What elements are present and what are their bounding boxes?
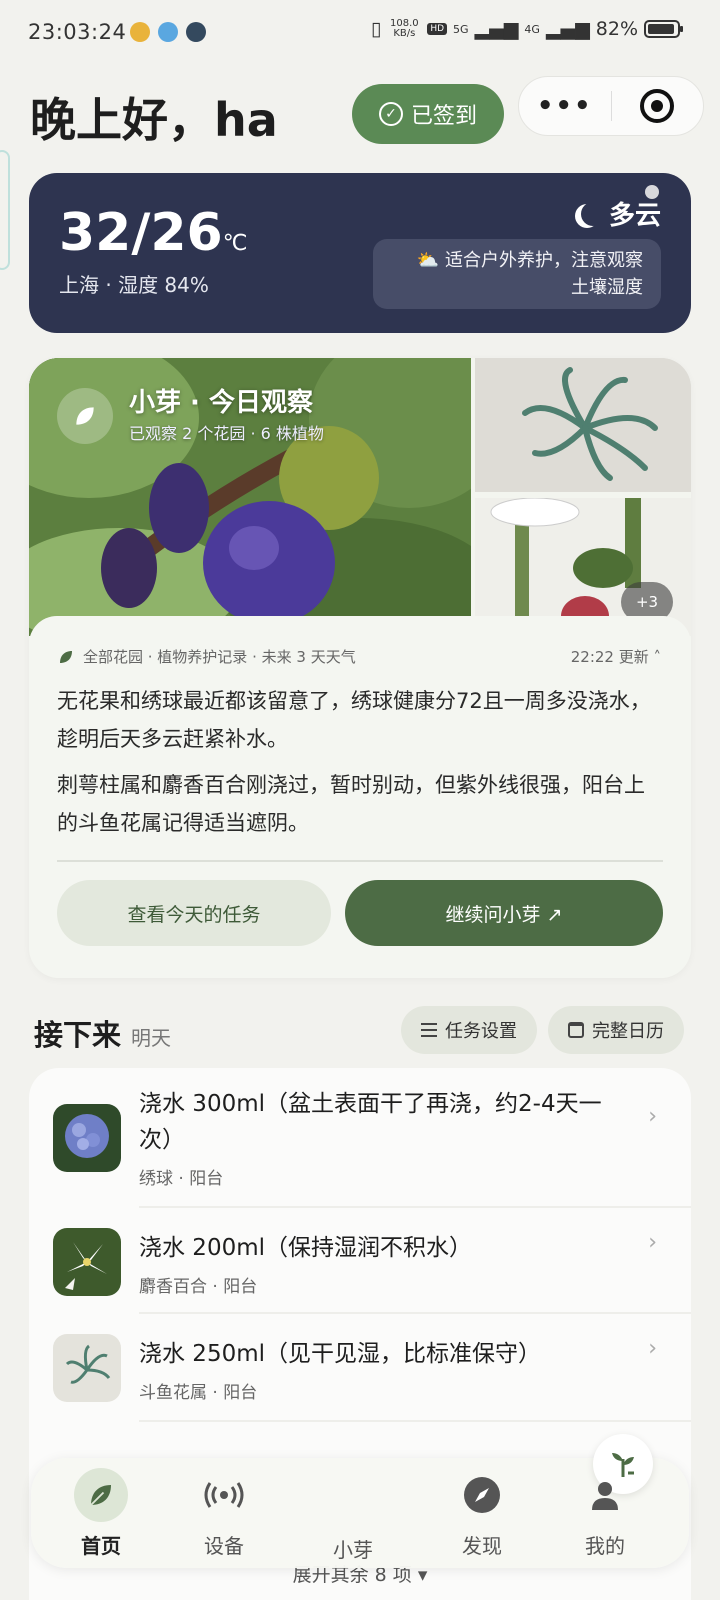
lily-thumbnail: [53, 1228, 121, 1296]
app-notification-icon: [130, 22, 150, 42]
weather-temperature: 32/26℃: [59, 203, 248, 263]
close-miniapp-button[interactable]: [612, 89, 704, 123]
hydrangea-thumbnail: [53, 1104, 121, 1172]
floating-edge-tab[interactable]: [0, 150, 10, 270]
weather-tip: ⛅ 适合户外养护，注意观察 土壤湿度: [373, 239, 661, 309]
compass-icon: [455, 1468, 509, 1522]
task-plant-location: 麝香百合 · 阳台: [139, 1277, 258, 1297]
divider: [57, 860, 663, 862]
bottom-navigation: 首页 设备 小芽 发现 我的: [31, 1434, 689, 1568]
nav-discover-label: 发现: [462, 1534, 502, 1558]
nav-devices-label: 设备: [204, 1534, 244, 1558]
task-title: 浇水 250ml（见干见湿，比标准保守）: [139, 1341, 542, 1367]
user-icon: [578, 1468, 632, 1522]
app-notification-icon: [158, 22, 178, 42]
observation-updated-toggle[interactable]: 22:22 更新 ˄: [571, 646, 661, 667]
nav-devices[interactable]: 设备: [164, 1458, 284, 1568]
succulent-photo[interactable]: [475, 358, 691, 492]
observation-card: +3 小芽 · 今日观察 已观察 2 个花园 · 6 株植物 全部花园 · 植物…: [29, 358, 691, 978]
chevron-right-icon: ›: [648, 1230, 657, 1255]
nav-sprout[interactable]: 小芽: [293, 1434, 653, 1568]
task-title: 浇水 200ml（保持湿润不积水）: [139, 1235, 473, 1261]
signal-5g: 5G: [453, 22, 469, 36]
more-button[interactable]: •••: [519, 91, 611, 121]
miniapp-capsule: •••: [518, 76, 704, 136]
calendar-icon: [568, 1022, 584, 1038]
status-indicators: ▯ 108.0 KB/s HD 5G ▂▄▆ 4G ▂▄▆ 82%: [370, 18, 683, 40]
weather-card[interactable]: 32/26℃ 上海 · 湿度 84% 多云 ⛅ 适合户外养护，注意观察 土壤湿度: [29, 173, 691, 333]
observation-paragraph: 无花果和绣球最近都该留意了，绣球健康分72且一周多没浇水，趁明后天多云赶紧补水。: [57, 689, 651, 751]
greeting-title: 晚上好，ha: [30, 93, 278, 147]
hd-badge: HD: [427, 23, 448, 35]
nav-home[interactable]: 首页: [41, 1458, 161, 1568]
observation-title: 小芽 · 今日观察: [129, 388, 313, 418]
nav-sprout-label: 小芽: [333, 1538, 373, 1562]
observation-paragraph: 刺萼柱属和麝香百合刚浇过，暂时别动，但紫外线很强，阳台上的斗鱼花属记得适当遮阴。: [57, 773, 645, 835]
observation-subtitle: 已观察 2 个花园 · 6 株植物: [129, 424, 324, 443]
nav-mine[interactable]: 我的: [545, 1458, 665, 1568]
nav-mine-label: 我的: [585, 1534, 625, 1558]
broadcast-icon: [197, 1468, 251, 1522]
signal-4g: 4G: [524, 22, 540, 36]
battery-icon: [644, 20, 683, 38]
status-bar: 23:03:24 ▯ 108.0 KB/s HD 5G ▂▄▆ 4G ▂▄▆ 8…: [0, 0, 720, 64]
leaf-icon: [60, 650, 72, 663]
status-time: 23:03:24: [28, 20, 127, 44]
succulent-thumbnail: [53, 1334, 121, 1402]
net-speed: 108.0 KB/s: [389, 18, 419, 39]
ask-sprout-button[interactable]: 继续问小芽 ↗: [345, 880, 663, 946]
task-settings-button[interactable]: 任务设置: [401, 1006, 537, 1054]
checkin-label: 已签到: [410, 104, 477, 129]
signal-icon: ▂▄▆: [474, 18, 519, 40]
section-title: 接下来: [34, 1018, 122, 1052]
nav-home-label: 首页: [81, 1534, 121, 1558]
task-item[interactable]: 浇水 250ml（见干见湿，比标准保守） 斗鱼花属 · 阳台 ›: [29, 1314, 691, 1422]
weather-condition: 多云: [575, 195, 661, 232]
weather-location: 上海 · 湿度 84%: [59, 273, 209, 297]
observation-summary-panel: 全部花园 · 植物养护记录 · 未来 3 天天气 22:22 更新 ˄ 无花果和…: [29, 616, 691, 978]
app-notification-icon: [186, 22, 206, 42]
task-plant-location: 绣球 · 阳台: [139, 1169, 224, 1189]
vibrate-icon: ▯: [370, 18, 382, 40]
observation-text: 无花果和绣球最近都该留意了，绣球健康分72且一周多没浇水，趁明后天多云赶紧补水。…: [57, 682, 657, 850]
moon-cloud-icon: [581, 202, 605, 226]
check-circle-icon: ✓: [378, 102, 403, 126]
task-plant-location: 斗鱼花属 · 阳台: [139, 1383, 258, 1403]
signal-icon: ▂▄▆: [545, 18, 590, 40]
battery-percent: 82%: [595, 18, 638, 40]
chevron-right-icon: ›: [648, 1104, 657, 1129]
leaf-icon: [74, 1468, 128, 1522]
task-item[interactable]: 浇水 300ml（盆土表面干了再浇，约2-4天一次） 绣球 · 阳台 ›: [29, 1068, 691, 1208]
task-title: 浇水 300ml（盆土表面干了再浇，约2-4天一次）: [139, 1091, 602, 1153]
nav-discover[interactable]: 发现: [422, 1458, 542, 1568]
divider: [139, 1420, 691, 1422]
leaf-icon: [57, 388, 113, 444]
full-calendar-button[interactable]: 完整日历: [548, 1006, 684, 1054]
chevron-right-icon: ›: [648, 1336, 657, 1361]
view-today-tasks-button[interactable]: 查看今天的任务: [57, 880, 331, 946]
checkin-button[interactable]: ✓ 已签到: [352, 84, 504, 144]
target-icon: [640, 89, 675, 123]
checklist-icon: [421, 1023, 437, 1037]
section-date: 明天: [131, 1026, 171, 1050]
observation-sources: 全部花园 · 植物养护记录 · 未来 3 天天气: [57, 646, 356, 667]
task-item[interactable]: 浇水 200ml（保持湿润不积水） 麝香百合 · 阳台 ›: [29, 1208, 691, 1314]
status-app-icons: [130, 22, 206, 42]
